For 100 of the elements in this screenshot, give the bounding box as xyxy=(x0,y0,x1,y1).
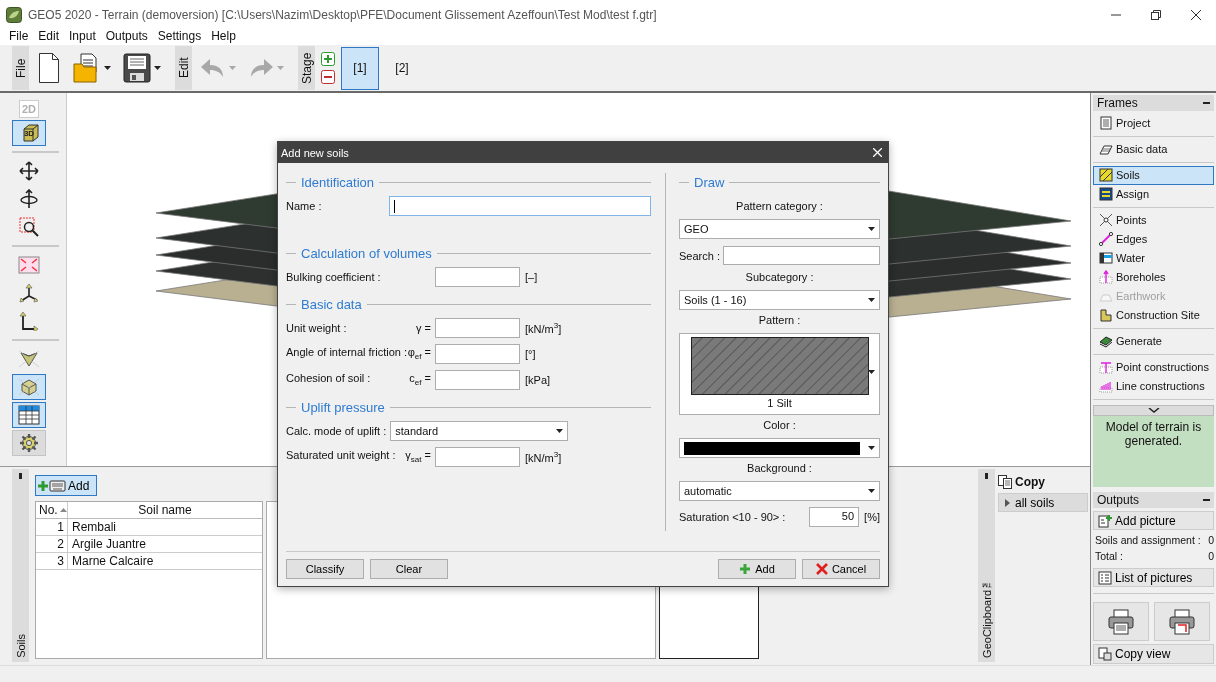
field-label: Pattern category : xyxy=(735,200,824,214)
frame-item[interactable]: Edges xyxy=(1093,229,1214,249)
cube-button[interactable] xyxy=(12,374,46,400)
menu-item[interactable]: Settings xyxy=(157,29,208,45)
symbol-label: c$_{ef}$ = xyxy=(409,372,431,388)
3d-view-button[interactable]: 3D xyxy=(12,120,46,146)
remove-stage-button[interactable] xyxy=(321,70,335,84)
frame-item[interactable]: Project xyxy=(1093,113,1214,133)
input-field[interactable] xyxy=(435,318,520,338)
field-label: Subcategory : xyxy=(744,271,815,285)
pattern-name: 1 Silt xyxy=(767,397,792,409)
symbol-label: γ$_{sat}$ = xyxy=(405,449,431,465)
frame-item[interactable]: Construction Site xyxy=(1093,305,1214,325)
field-label: Saturation <10 - 90> : xyxy=(679,511,787,523)
saturation-field[interactable]: 50 xyxy=(809,507,860,527)
dialog-button[interactable]: Clear xyxy=(370,559,448,579)
document-icon xyxy=(1099,116,1113,131)
field-label: Background : xyxy=(746,462,813,476)
symbol-label: γ = xyxy=(416,322,431,334)
dropdown[interactable]: standard xyxy=(390,421,569,441)
input-field[interactable] xyxy=(435,344,520,364)
frame-item[interactable]: Line constructions xyxy=(1093,376,1214,396)
dropdown-caret-icon xyxy=(104,66,111,70)
dropdown[interactable]: automatic xyxy=(679,481,880,501)
settings-button[interactable] xyxy=(12,430,46,456)
frame-item[interactable]: Soils xyxy=(1093,165,1214,185)
table-cell-text: Rembali xyxy=(71,519,117,535)
menu-item[interactable]: Input xyxy=(69,29,102,45)
add-button[interactable]: Add xyxy=(718,559,796,579)
frame-item[interactable]: Water xyxy=(1093,248,1214,268)
count-label: Total : xyxy=(1095,550,1123,563)
new-document-icon xyxy=(37,52,61,84)
menu-item[interactable]: Help xyxy=(211,29,242,45)
collapse-icon xyxy=(1203,101,1210,104)
add-button[interactable]: Add xyxy=(35,475,97,496)
table-cell-text: Argile Juantre xyxy=(71,536,148,552)
new-document-button[interactable] xyxy=(37,52,61,84)
cancel-button[interactable]: Cancel xyxy=(802,559,880,579)
floppy-disk-button[interactable] xyxy=(123,53,161,83)
count-label: Soils and assignment : xyxy=(1095,533,1201,546)
settings-icon xyxy=(19,433,39,453)
dropdown[interactable]: Soils (1 - 16) xyxy=(679,290,880,310)
soils-panel-tab[interactable]: Soils xyxy=(12,469,29,662)
count-value: 0 xyxy=(1208,533,1214,546)
folder-button[interactable] xyxy=(73,52,111,84)
print-preview-button[interactable] xyxy=(1154,602,1210,642)
dropdown-caret-icon xyxy=(229,66,236,70)
dropdown[interactable]: GEO xyxy=(679,219,880,239)
color-dropdown[interactable] xyxy=(679,438,880,458)
frame-item[interactable]: Basic data xyxy=(1093,139,1214,159)
column-header-label: No. xyxy=(39,503,58,517)
unit-label: [°] xyxy=(525,348,536,360)
table-icon xyxy=(18,405,40,425)
menu-item[interactable]: Edit xyxy=(38,29,66,45)
list-icon xyxy=(1098,570,1112,585)
column-header[interactable]: No. xyxy=(36,502,68,518)
menu-item[interactable]: File xyxy=(9,29,35,45)
name-field[interactable] xyxy=(389,196,651,216)
frame-item[interactable]: Generate xyxy=(1093,331,1214,351)
toolbar-group-label: Edit xyxy=(175,46,192,90)
list-of-pictures-button[interactable]: List of pictures xyxy=(1093,567,1214,588)
stage-tab[interactable]: [2] xyxy=(383,46,421,90)
add-picture-button[interactable]: Add picture xyxy=(1093,510,1214,531)
print-button[interactable] xyxy=(1093,602,1149,642)
input-field[interactable] xyxy=(435,447,520,467)
menu-item[interactable]: Outputs xyxy=(105,29,154,45)
clipboard-panel-tab[interactable]: GeoClipboard™ xyxy=(978,469,995,662)
copy-view-button[interactable]: Copy view xyxy=(1093,644,1214,664)
axes-icon xyxy=(19,283,39,303)
undo-arrow-icon xyxy=(200,57,226,79)
close-button[interactable] xyxy=(873,148,882,157)
copy-icon xyxy=(998,475,1012,489)
section-heading: Draw xyxy=(694,174,725,190)
dialog-button[interactable]: Classify xyxy=(286,559,364,579)
restore-icon xyxy=(1151,9,1161,20)
plus-icon xyxy=(321,52,335,66)
frame-item[interactable]: Points xyxy=(1093,210,1214,230)
panel-title: Frames xyxy=(1097,95,1138,110)
column-header[interactable]: Soil name xyxy=(68,502,262,518)
pin-icon xyxy=(19,473,22,479)
frame-item[interactable]: Assign xyxy=(1093,184,1214,204)
zoom-window-icon xyxy=(19,217,39,237)
frame-item[interactable]: Point constructions xyxy=(1093,357,1214,377)
input-field[interactable] xyxy=(435,267,520,287)
table-cell-text: Marne Calcaire xyxy=(71,553,155,569)
search-field[interactable] xyxy=(722,246,880,265)
toolbar-group-label: Stage xyxy=(298,46,315,90)
all-soils-button[interactable]: all soils xyxy=(998,493,1088,512)
stage-tab[interactable]: [1] xyxy=(341,46,379,90)
add-stage-button[interactable] xyxy=(321,52,335,66)
input-field[interactable] xyxy=(435,370,520,390)
pattern-picker[interactable]: 1 Silt xyxy=(679,333,880,415)
copy-button[interactable]: Copy xyxy=(998,475,1088,489)
pin-icon xyxy=(985,473,988,479)
table-cell: 1 xyxy=(36,519,68,535)
frame-item[interactable]: Boreholes xyxy=(1093,267,1214,287)
field-label: Color : xyxy=(762,419,797,433)
table-button[interactable] xyxy=(12,402,46,428)
point-icon xyxy=(1099,213,1113,228)
terrain-icon xyxy=(1099,334,1113,349)
